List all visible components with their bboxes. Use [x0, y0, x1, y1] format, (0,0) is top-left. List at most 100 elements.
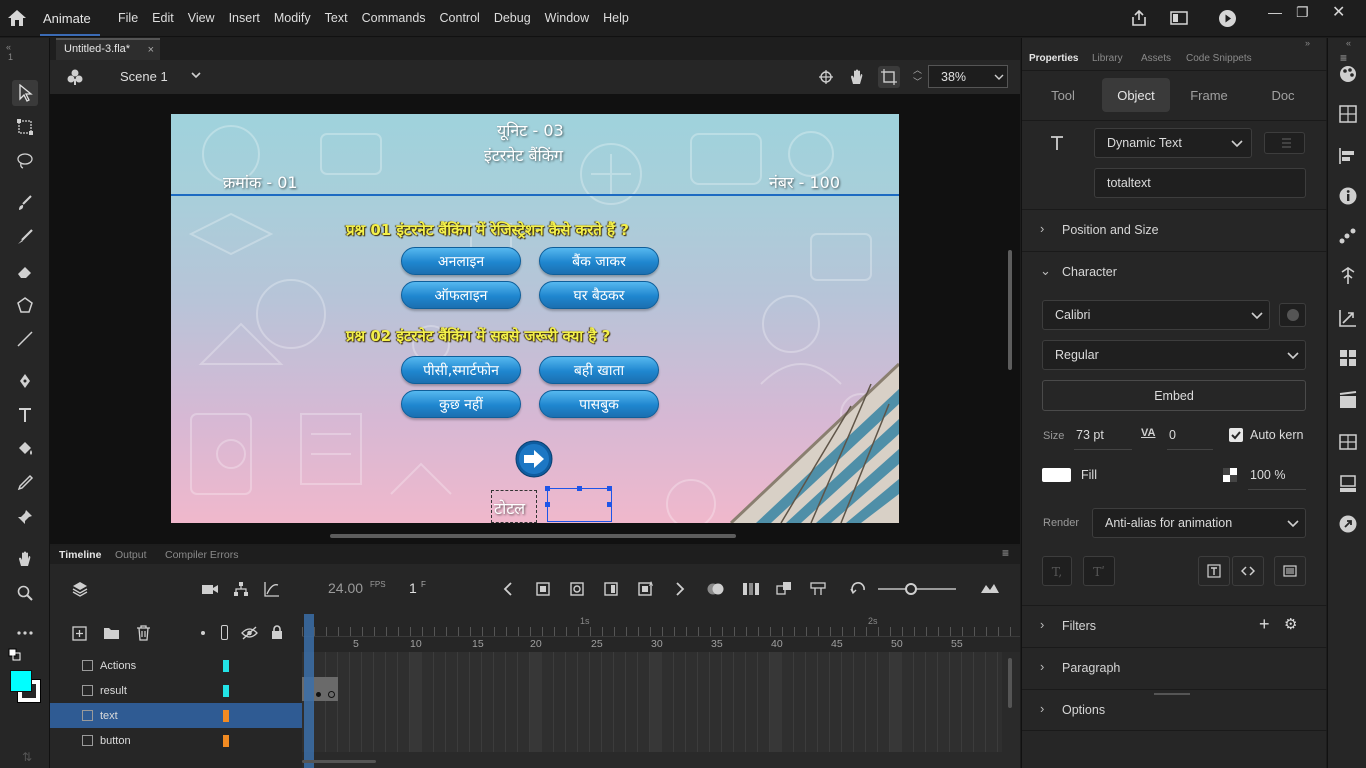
- outline-layers-icon[interactable]: [221, 625, 228, 640]
- transform-panel-icon[interactable]: [1338, 308, 1358, 328]
- selection-tool-icon[interactable]: [12, 80, 38, 106]
- menu-insert[interactable]: Insert: [229, 11, 260, 25]
- embed-button[interactable]: Embed: [1042, 380, 1306, 411]
- auto-kern-checkbox[interactable]: [1229, 428, 1243, 442]
- section-position-size[interactable]: › Position and Size: [1022, 209, 1327, 249]
- q1-option-offline-button[interactable]: ऑफलाइन: [401, 281, 521, 309]
- q1-option-home-button[interactable]: घर बैठकर: [539, 281, 659, 309]
- lasso-tool-icon[interactable]: [12, 148, 38, 174]
- segment-object[interactable]: Object: [1102, 78, 1170, 112]
- frame-grid[interactable]: [302, 652, 1002, 752]
- tracking-value[interactable]: 0: [1169, 428, 1176, 442]
- onion-skin-icon[interactable]: [706, 582, 726, 596]
- q1-option-online-button[interactable]: अनलाइन: [401, 247, 521, 275]
- scene-name[interactable]: Scene 1: [120, 69, 168, 84]
- subscript-icon[interactable]: T,: [1042, 556, 1072, 586]
- segment-frame[interactable]: Frame: [1174, 78, 1244, 112]
- globe-icon[interactable]: [1279, 303, 1306, 327]
- insert-blank-keyframe-icon[interactable]: [570, 582, 584, 596]
- current-frame-value[interactable]: 1: [409, 580, 417, 596]
- render-html-icon[interactable]: [1232, 556, 1264, 586]
- align-left-panel-icon[interactable]: [1338, 146, 1358, 166]
- timeline-vscrollbar[interactable]: [1008, 658, 1012, 708]
- total-label-box[interactable]: टोटल: [491, 490, 537, 523]
- app-name[interactable]: Animate: [43, 11, 91, 26]
- zoom-stepper-icon[interactable]: ︿ ﹀: [913, 64, 922, 88]
- frame-zoom-slider[interactable]: [878, 588, 956, 590]
- stage-vertical-scrollbar[interactable]: [1008, 250, 1012, 370]
- layer-color-chip[interactable]: [223, 685, 229, 697]
- auto-keyframe-icon[interactable]: A: [638, 580, 654, 596]
- text-fill-swatch[interactable]: [1042, 468, 1071, 482]
- tab-properties[interactable]: Properties: [1029, 53, 1078, 64]
- scene-panel-icon[interactable]: [1338, 432, 1358, 452]
- new-layer-icon[interactable]: [72, 626, 87, 641]
- zoom-tool-icon[interactable]: [12, 580, 38, 606]
- test-movie-icon[interactable]: [1218, 9, 1237, 28]
- text-orientation-button[interactable]: [1264, 132, 1305, 154]
- segment-tool[interactable]: Tool: [1026, 78, 1100, 112]
- paint-bucket-tool-icon[interactable]: [12, 436, 38, 462]
- next-arrow-button[interactable]: [515, 440, 553, 478]
- frame-picker-icon[interactable]: [1338, 390, 1358, 410]
- default-colors-icon[interactable]: [8, 648, 22, 662]
- layer-row-selected[interactable]: text: [50, 703, 302, 728]
- close-tab-icon[interactable]: ×: [148, 44, 154, 56]
- q2-option-pc-button[interactable]: पीसी,स्मार्टफोन: [401, 356, 521, 384]
- edit-symbols-icon[interactable]: [66, 68, 84, 86]
- menu-text[interactable]: Text: [325, 11, 348, 25]
- playhead[interactable]: [304, 614, 314, 768]
- timeline-menu-icon[interactable]: ≡: [1002, 546, 1009, 560]
- insert-classic-tween-icon[interactable]: [810, 582, 826, 596]
- lock-layers-icon[interactable]: [271, 625, 283, 640]
- q2-option-ledger-button[interactable]: बही खाता: [539, 356, 659, 384]
- hide-layers-icon[interactable]: [241, 626, 258, 640]
- more-tools-icon[interactable]: [12, 620, 38, 646]
- menu-edit[interactable]: Edit: [152, 11, 174, 25]
- q2-option-nothing-button[interactable]: कुछ नहीं: [401, 390, 521, 418]
- menu-window[interactable]: Window: [545, 11, 589, 25]
- frame-zoom-slider-thumb[interactable]: [905, 583, 917, 595]
- new-folder-icon[interactable]: [103, 626, 120, 640]
- filter-settings-gear-icon[interactable]: ⚙: [1284, 615, 1297, 633]
- home-icon[interactable]: [6, 8, 28, 28]
- motion-presets-icon[interactable]: [1338, 226, 1358, 246]
- align-panel-icon[interactable]: [1338, 104, 1358, 124]
- stage[interactable]: यूनिट - 03 इंटरनेट बैंकिंग क्रमांक - 01 …: [171, 114, 899, 523]
- layer-color-chip[interactable]: [223, 710, 229, 722]
- html5-canvas-icon[interactable]: [1338, 514, 1358, 534]
- eraser-tool-icon[interactable]: [12, 258, 38, 284]
- menu-help[interactable]: Help: [603, 11, 629, 25]
- color-panel-icon[interactable]: [1338, 64, 1358, 84]
- show-border-icon[interactable]: [1274, 556, 1306, 586]
- menu-view[interactable]: View: [188, 11, 215, 25]
- layer-row[interactable]: Actions: [50, 653, 302, 678]
- segment-doc[interactable]: Doc: [1248, 78, 1318, 112]
- menu-control[interactable]: Control: [440, 11, 480, 25]
- tab-timeline[interactable]: Timeline: [59, 549, 101, 561]
- font-size-value[interactable]: 73 pt: [1076, 428, 1104, 442]
- free-transform-tool-icon[interactable]: [12, 114, 38, 140]
- font-style-dropdown[interactable]: Regular: [1042, 340, 1306, 370]
- center-stage-icon[interactable]: [818, 69, 834, 85]
- q2-option-passbook-button[interactable]: पासबुक: [539, 390, 659, 418]
- minimize-icon[interactable]: —: [1268, 4, 1282, 20]
- previous-frame-icon[interactable]: [502, 582, 514, 596]
- layer-color-chip[interactable]: [223, 660, 229, 672]
- tools-collapse-icon[interactable]: «: [6, 42, 11, 52]
- show-layers-icon[interactable]: [72, 581, 88, 597]
- stage-horizontal-scrollbar[interactable]: [330, 534, 736, 538]
- font-family-dropdown[interactable]: Calibri: [1042, 300, 1270, 330]
- rotation-tool-icon[interactable]: [848, 68, 866, 86]
- superscript-icon[interactable]: Tʹ: [1083, 556, 1115, 586]
- frame-ruler[interactable]: 1s 2s 5 10 15 20 25 30 35 40 45 50 55: [302, 614, 1020, 652]
- text-type-dropdown[interactable]: Dynamic Text: [1094, 128, 1252, 158]
- edit-multiple-frames-icon[interactable]: [742, 582, 760, 596]
- panel-collapse-icon[interactable]: »: [1305, 38, 1310, 48]
- selectable-text-icon[interactable]: [1198, 556, 1230, 586]
- parenting-icon[interactable]: [233, 581, 249, 597]
- loop-icon[interactable]: [850, 582, 868, 596]
- timeline-hscrollbar[interactable]: [302, 760, 376, 763]
- tab-output[interactable]: Output: [115, 549, 147, 561]
- swatches-panel-icon[interactable]: [1338, 348, 1358, 368]
